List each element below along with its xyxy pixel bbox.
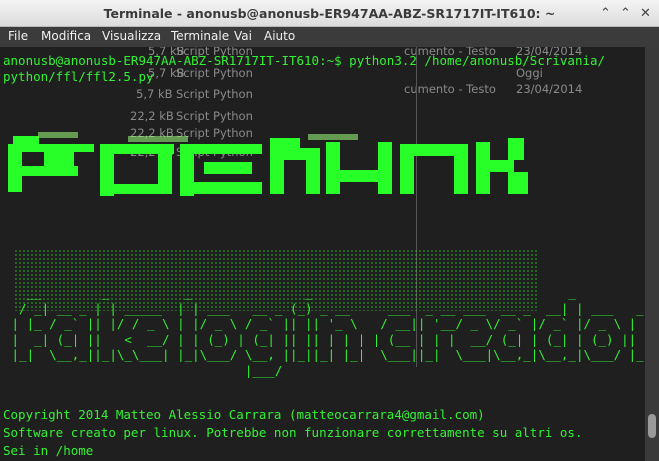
bg-right: Oggi: [516, 66, 543, 80]
ascii-art-line: / _| __ _ | | _____ | | ___ __ _ (_) _ _…: [4, 300, 645, 316]
bg-type: Script Python: [176, 109, 253, 123]
bg-right: 23/04/2014: [516, 82, 583, 96]
warning-line: Software creato per linux. Potrebbe non …: [3, 425, 583, 440]
ascii-art-line: |___/: [4, 362, 283, 378]
menu-bar: File Modifica Visualizza Terminale Vai A…: [0, 27, 659, 47]
window-titlebar[interactable]: Terminale - anonusb@anonusb-ER947AA-ABZ-…: [0, 0, 659, 27]
menu-modifica[interactable]: Modifica: [41, 29, 91, 43]
ascii-art-banner: __ _ _ _ _ / _| __ _ | | _____ | | ___ _…: [4, 285, 645, 378]
prompt-line-cont: python/ffl/ffl2.5.py: [3, 69, 154, 84]
menu-vai[interactable]: Vai: [234, 29, 252, 43]
menu-terminale[interactable]: Terminale: [171, 29, 229, 43]
close-icon[interactable]: ✕: [637, 5, 654, 22]
ascii-art-line: |_| \__,_||_|\_\___| |_|\___/ \__, ||_||…: [4, 347, 645, 362]
ascii-art-line: | _| (_| || < __/ | | (_) | (_| || || | …: [4, 331, 645, 347]
terminal-area[interactable]: 5,7 kB Script Python 5,7 kB Script Pytho…: [0, 47, 645, 461]
ascii-art-line: __ _ _ _ _: [4, 285, 576, 300]
minimize-icon[interactable]: ⌃: [597, 5, 614, 22]
bg-size: 22,2 kB: [130, 109, 174, 123]
maximize-icon[interactable]: ⌃: [617, 5, 634, 22]
ascii-art-line: | |_ / _` || |/ / _ \ | |/ _ \ / _` || |…: [4, 316, 645, 331]
menu-aiuto[interactable]: Aiuto: [264, 29, 295, 43]
bg-size: 5,7 kB: [136, 87, 173, 101]
prompt-line: anonusb@anonusb-ER947AA-ABZ-SR1717IT-IT6…: [3, 53, 606, 68]
window-title: Terminale - anonusb@anonusb-ER947AA-ABZ-…: [103, 6, 556, 21]
bg-type: Script Python: [176, 87, 253, 101]
bg-right: cumento - Testo: [404, 82, 496, 96]
cwd-line: Sei in /home: [3, 443, 94, 458]
scrollbar-thumb[interactable]: [648, 414, 656, 438]
menu-visualizza[interactable]: Visualizza: [102, 29, 161, 43]
menu-file[interactable]: File: [8, 29, 28, 43]
copyright-line: Copyright 2014 Matteo Alessio Carrara (m…: [3, 407, 485, 422]
bg-type: Script Python: [176, 66, 253, 80]
terminal-scrollbar[interactable]: [645, 47, 659, 461]
